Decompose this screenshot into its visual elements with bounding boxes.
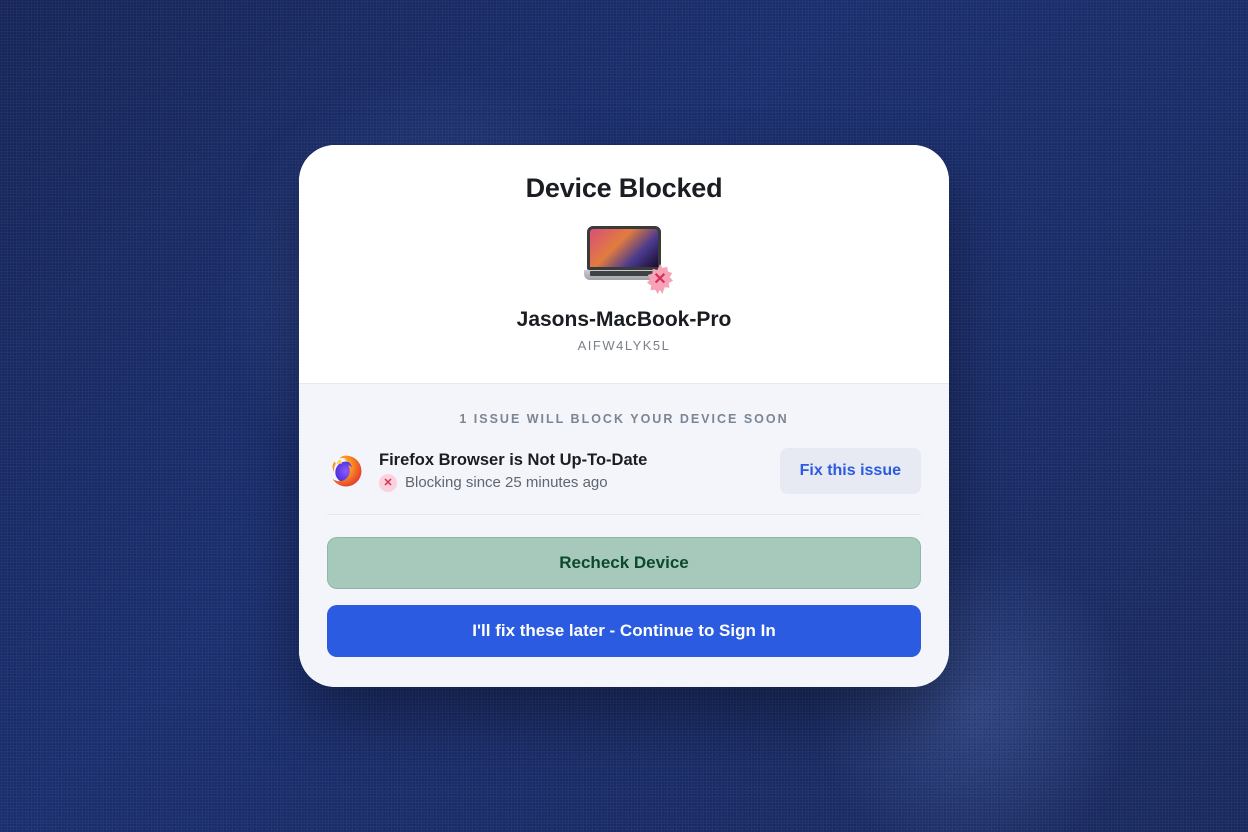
issue-status-text: Blocking since 25 minutes ago xyxy=(405,474,608,491)
device-id: AIFW4LYK5L xyxy=(339,338,909,353)
page-title: Device Blocked xyxy=(339,173,909,204)
fix-issue-button[interactable]: Fix this issue xyxy=(780,448,921,494)
x-icon: ✕ xyxy=(645,264,675,294)
recheck-device-button[interactable]: Recheck Device xyxy=(327,537,921,589)
issue-row: Firefox Browser is Not Up-To-Date ✕ Bloc… xyxy=(327,448,921,515)
error-icon: ✕ xyxy=(379,474,397,492)
device-blocked-card: Device Blocked ✕ Jasons-MacBook-Pro AIFW… xyxy=(299,145,949,687)
issue-text: Firefox Browser is Not Up-To-Date ✕ Bloc… xyxy=(379,451,766,492)
issue-title: Firefox Browser is Not Up-To-Date xyxy=(379,451,766,470)
continue-sign-in-button[interactable]: I'll fix these later - Continue to Sign … xyxy=(327,605,921,657)
firefox-icon xyxy=(327,452,365,490)
device-name: Jasons-MacBook-Pro xyxy=(339,308,909,332)
blocked-badge-icon: ✕ xyxy=(645,264,675,294)
issues-panel: 1 ISSUE WILL BLOCK YOUR DEVICE SOON xyxy=(299,383,949,687)
issues-heading: 1 ISSUE WILL BLOCK YOUR DEVICE SOON xyxy=(327,412,921,426)
device-illustration: ✕ xyxy=(579,226,669,286)
card-header: Device Blocked ✕ Jasons-MacBook-Pro AIFW… xyxy=(299,145,949,383)
issue-status: ✕ Blocking since 25 minutes ago xyxy=(379,474,766,492)
